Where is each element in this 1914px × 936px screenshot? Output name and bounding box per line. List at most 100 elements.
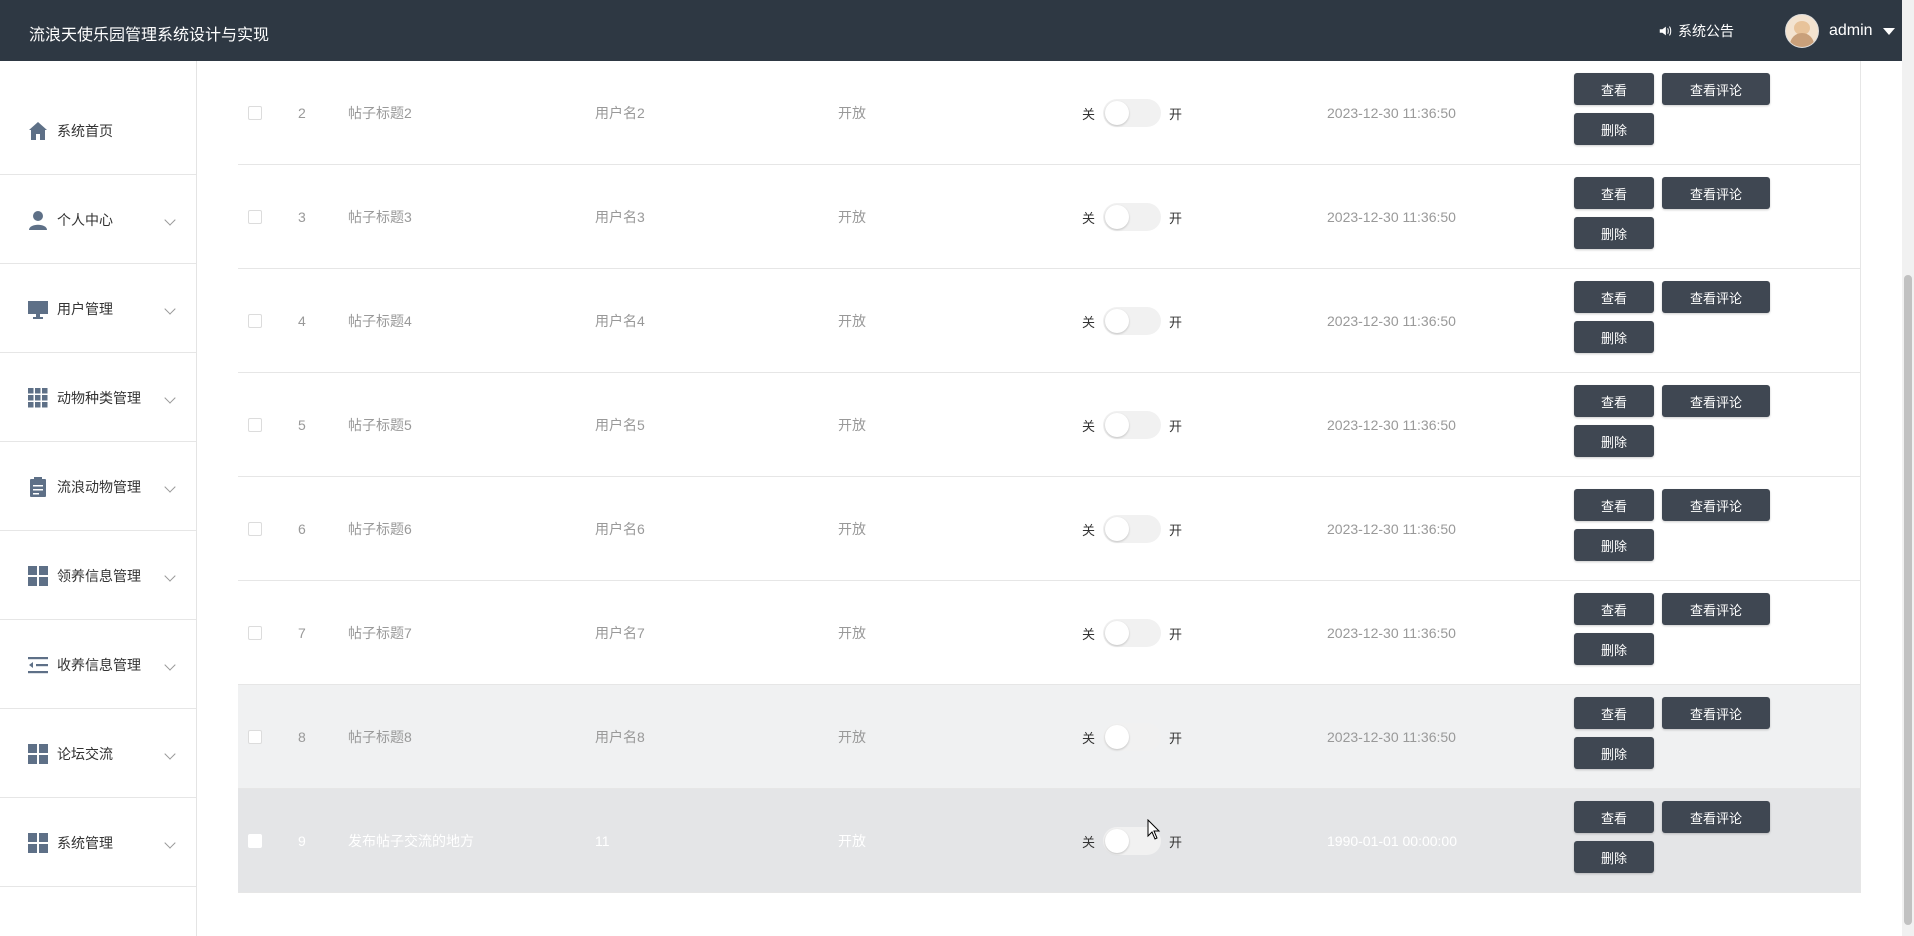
row-index: 9 bbox=[298, 833, 306, 849]
delete-button[interactable]: 删除 bbox=[1574, 217, 1654, 249]
checkbox-box[interactable] bbox=[248, 210, 262, 224]
user-menu[interactable]: admin bbox=[1785, 14, 1895, 48]
view-button[interactable]: 查看 bbox=[1574, 489, 1654, 521]
delete-button[interactable]: 删除 bbox=[1574, 841, 1654, 873]
sidebar-item-label: 动物种类管理 bbox=[57, 389, 141, 406]
sidebar-item-7[interactable]: 论坛交流 bbox=[0, 710, 196, 798]
delete-button[interactable]: 删除 bbox=[1574, 737, 1654, 769]
username: admin bbox=[1829, 22, 1873, 39]
view-button[interactable]: 查看 bbox=[1574, 73, 1654, 105]
row-checkbox[interactable] bbox=[248, 269, 262, 373]
view-button[interactable]: 查看 bbox=[1574, 385, 1654, 417]
view-comments-button[interactable]: 查看评论 bbox=[1662, 801, 1770, 833]
clipboard-icon bbox=[27, 476, 49, 498]
row-checkbox[interactable] bbox=[248, 165, 262, 269]
toggle-off-label: 关 bbox=[1082, 314, 1096, 330]
row-index: 5 bbox=[298, 417, 306, 433]
view-comments-button[interactable]: 查看评论 bbox=[1662, 281, 1770, 313]
view-comments-button[interactable]: 查看评论 bbox=[1662, 73, 1770, 105]
status-toggle-group: 关开 bbox=[1082, 269, 1182, 373]
row-checkbox[interactable] bbox=[248, 477, 262, 581]
table-row[interactable]: 4 帖子标题4 用户名4 开放关开 2023-12-30 11:36:50 查看 查看评论删… bbox=[238, 269, 1860, 373]
checkbox-box[interactable] bbox=[248, 314, 262, 328]
post-time: 1990-01-01 00:00:00 bbox=[1327, 833, 1457, 849]
row-checkbox[interactable] bbox=[248, 61, 262, 165]
table-row[interactable]: 7 帖子标题7 用户名7 开放关开 2023-12-30 11:36:50 查看 查看评论删… bbox=[238, 581, 1860, 685]
table-row[interactable]: 5 帖子标题5 用户名5 开放关开 2023-12-30 11:36:50 查看 查看评论删… bbox=[238, 373, 1860, 477]
system-notice-link[interactable]: 系统公告 bbox=[1658, 21, 1734, 41]
toggle-on-label: 开 bbox=[1169, 626, 1183, 642]
delete-button[interactable]: 删除 bbox=[1574, 633, 1654, 665]
sidebar: 系统首页 个人中心 用户管理动物种类管理流浪动物管理 领养信息管理收养信息管理论坛交流… bbox=[0, 61, 197, 936]
scrollbar-thumb[interactable] bbox=[1904, 275, 1912, 925]
view-button[interactable]: 查看 bbox=[1574, 177, 1654, 209]
table-row[interactable]: 9 发布帖子交流的地方 11 开放关开 1990-01-01 00:00:00 查看 查看评… bbox=[238, 789, 1860, 893]
grid-icon bbox=[27, 387, 49, 409]
status-switch[interactable] bbox=[1103, 99, 1162, 127]
checkbox-box[interactable] bbox=[248, 730, 262, 744]
sidebar-item-3[interactable]: 动物种类管理 bbox=[0, 354, 196, 442]
view-button[interactable]: 查看 bbox=[1574, 801, 1654, 833]
post-time: 2023-12-30 11:36:50 bbox=[1327, 105, 1456, 121]
chevron-down-icon bbox=[164, 748, 176, 760]
status-switch[interactable] bbox=[1103, 723, 1162, 751]
row-checkbox[interactable] bbox=[248, 373, 262, 477]
status-switch[interactable] bbox=[1103, 307, 1162, 335]
toggle-off-label: 关 bbox=[1082, 522, 1096, 538]
row-index: 7 bbox=[298, 625, 306, 641]
view-comments-button[interactable]: 查看评论 bbox=[1662, 177, 1770, 209]
table-row[interactable]: 8 帖子标题8 用户名8 开放关开 2023-12-30 11:36:50 查看 查看评论删… bbox=[238, 685, 1860, 789]
row-checkbox[interactable] bbox=[248, 789, 262, 893]
mouse-cursor-icon bbox=[1147, 819, 1161, 840]
table-row[interactable]: 6 帖子标题6 用户名6 开放关开 2023-12-30 11:36:50 查看 查看评论删… bbox=[238, 477, 1860, 581]
checkbox-box[interactable] bbox=[248, 626, 262, 640]
checkbox-box[interactable] bbox=[248, 106, 262, 120]
delete-button[interactable]: 删除 bbox=[1574, 425, 1654, 457]
post-title: 帖子标题4 bbox=[348, 313, 412, 329]
row-checkbox[interactable] bbox=[248, 581, 262, 685]
post-username: 用户名4 bbox=[595, 313, 645, 329]
checkbox-box[interactable] bbox=[248, 418, 262, 432]
home-icon bbox=[27, 120, 49, 142]
delete-button[interactable]: 删除 bbox=[1574, 529, 1654, 561]
post-status: 开放 bbox=[838, 625, 866, 641]
sidebar-item-5[interactable]: 领养信息管理 bbox=[0, 532, 196, 620]
status-switch[interactable] bbox=[1103, 411, 1162, 439]
toggle-on-label: 开 bbox=[1169, 106, 1183, 122]
delete-button[interactable]: 删除 bbox=[1574, 321, 1654, 353]
status-toggle-group: 关开 bbox=[1082, 61, 1182, 165]
row-checkbox[interactable] bbox=[248, 685, 262, 789]
sidebar-item-4[interactable]: 流浪动物管理 bbox=[0, 443, 196, 531]
toggle-off-label: 关 bbox=[1082, 210, 1096, 226]
view-comments-button[interactable]: 查看评论 bbox=[1662, 385, 1770, 417]
sidebar-item-8[interactable]: 系统管理 bbox=[0, 799, 196, 887]
sidebar-item-1[interactable]: 个人中心 bbox=[0, 176, 196, 264]
table-row[interactable]: 2 帖子标题2 用户名2 开放关开 2023-12-30 11:36:50 查看 查看评论删… bbox=[238, 61, 1860, 165]
toggle-on-label: 开 bbox=[1169, 314, 1183, 330]
checkbox-box[interactable] bbox=[248, 834, 262, 848]
status-toggle-group: 关开 bbox=[1082, 373, 1182, 477]
view-comments-button[interactable]: 查看评论 bbox=[1662, 489, 1770, 521]
status-switch[interactable] bbox=[1103, 619, 1162, 647]
view-button[interactable]: 查看 bbox=[1574, 593, 1654, 625]
status-switch[interactable] bbox=[1103, 203, 1162, 231]
page-scrollbar[interactable] bbox=[1902, 0, 1914, 936]
sidebar-item-label: 收养信息管理 bbox=[57, 656, 141, 673]
switch-knob bbox=[1105, 621, 1130, 645]
view-comments-button[interactable]: 查看评论 bbox=[1662, 593, 1770, 625]
view-button[interactable]: 查看 bbox=[1574, 281, 1654, 313]
status-toggle-group: 关开 bbox=[1082, 789, 1182, 893]
table-row[interactable]: 3 帖子标题3 用户名3 开放关开 2023-12-30 11:36:50 查看 查看评论删… bbox=[238, 165, 1860, 269]
toggle-off-label: 关 bbox=[1082, 106, 1096, 122]
row-index: 4 bbox=[298, 313, 306, 329]
person-icon bbox=[27, 209, 49, 231]
view-comments-button[interactable]: 查看评论 bbox=[1662, 697, 1770, 729]
status-switch[interactable] bbox=[1103, 515, 1162, 543]
delete-button[interactable]: 删除 bbox=[1574, 113, 1654, 145]
sidebar-item-2[interactable]: 用户管理 bbox=[0, 265, 196, 353]
sidebar-item-6[interactable]: 收养信息管理 bbox=[0, 621, 196, 709]
toggle-off-label: 关 bbox=[1082, 418, 1096, 434]
sidebar-item-0[interactable]: 系统首页 bbox=[0, 87, 196, 175]
checkbox-box[interactable] bbox=[248, 522, 262, 536]
view-button[interactable]: 查看 bbox=[1574, 697, 1654, 729]
